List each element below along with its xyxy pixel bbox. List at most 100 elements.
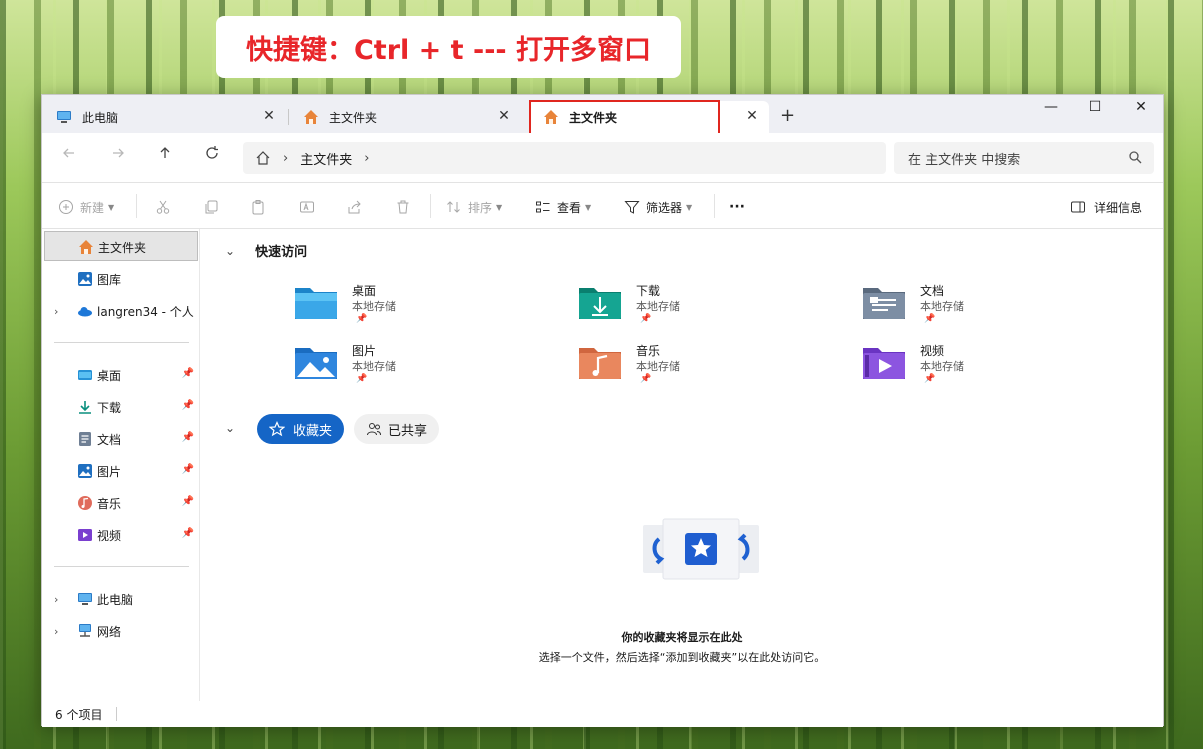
toolbar-divider [430,194,431,218]
sidebar-item-this-pc[interactable]: › 此电脑 [44,584,198,614]
copy-button[interactable] [203,196,219,218]
pin-icon[interactable]: 📌 [182,464,194,475]
item-name: 音乐 [636,344,661,358]
breadcrumb-home[interactable]: 主文件夹 [300,149,352,168]
videos-folder-icon [863,348,905,379]
sidebar-divider [54,566,189,567]
rename-button[interactable] [299,196,315,218]
quick-access-header[interactable]: ⌄ 快速访问 [225,241,307,261]
desktop-folder-icon [78,370,92,380]
new-button[interactable]: 新建 ▼ [58,196,114,218]
main-content: ⌄ 快速访问 桌面 本地存储 📌 下载 本地存储 📌 文档 本地存储 📌 图片 … [201,229,1163,701]
sidebar-item-music[interactable]: 音乐 📌 [44,488,198,518]
up-button[interactable] [153,145,177,169]
view-label: 查看 [557,200,582,215]
details-pane-button[interactable]: 详细信息 [1070,196,1142,218]
quick-access-item-downloads[interactable]: 下载 本地存储 📌 [578,282,798,332]
sidebar-item-label: 文档 [97,433,122,447]
back-button[interactable] [57,145,81,169]
download-icon [79,401,91,414]
item-location: 本地存储 [352,300,396,313]
tab-label: 收藏夹 [293,423,333,439]
address-bar[interactable]: › 主文件夹 › [243,142,886,174]
quick-access-item-documents[interactable]: 文档 本地存储 📌 [862,282,1082,332]
quick-access-item-pictures[interactable]: 图片 本地存储 📌 [294,342,514,392]
item-name: 图片 [352,344,377,358]
search-placeholder: 在 主文件夹 中搜索 [908,152,1021,168]
sidebar-item-onedrive[interactable]: › langren34 - 个人 [44,296,198,326]
star-icon [269,421,285,437]
chevron-down-icon[interactable]: ⌄ [225,244,235,258]
minimize-button[interactable]: — [1028,99,1074,123]
sidebar-item-downloads[interactable]: 下载 📌 [44,392,198,422]
sidebar-item-label: 图库 [97,273,122,287]
delete-button[interactable] [395,196,411,218]
details-label: 详细信息 [1094,200,1143,215]
pin-icon: 📌 [924,314,936,324]
pin-icon[interactable]: 📌 [182,368,194,379]
chevron-right-icon[interactable]: › [54,305,58,318]
sidebar-item-pictures[interactable]: 图片 📌 [44,456,198,486]
filter-button[interactable]: 筛选器 ▼ [624,196,692,218]
pin-icon[interactable]: 📌 [182,528,194,539]
close-icon[interactable]: ✕ [260,108,278,124]
favorites-section-toggle[interactable]: ⌄ [225,421,255,435]
quick-access-item-music[interactable]: 音乐 本地存储 📌 [578,342,798,392]
pin-icon[interactable]: 📌 [182,400,194,411]
item-location: 本地存储 [920,300,964,313]
forward-button[interactable] [106,145,130,169]
close-window-button[interactable]: ✕ [1118,99,1164,123]
sidebar-item-label: 主文件夹 [98,241,147,255]
tab-home-1[interactable]: 主文件夹 ✕ [289,101,521,133]
videos-icon [78,529,92,541]
quick-access-item-videos[interactable]: 视频 本地存储 📌 [862,342,1082,392]
maximize-button[interactable]: ☐ [1072,99,1118,123]
tab-this-pc[interactable]: 此电脑 ✕ [42,101,286,133]
pin-icon[interactable]: 📌 [182,432,194,443]
item-location: 本地存储 [636,360,680,373]
sidebar-item-label: langren34 - 个人 [97,305,194,319]
close-icon[interactable]: ✕ [495,108,513,124]
navigation-pane: 主文件夹 图库 › langren34 - 个人 桌面 📌 下载 📌 文档 📌 [42,229,200,701]
tab-shared[interactable]: 已共享 [354,414,440,444]
sidebar-item-gallery[interactable]: 图库 [44,264,198,294]
refresh-button[interactable] [200,145,224,169]
new-label: 新建 [80,200,105,215]
scissors-icon [156,200,170,214]
sidebar-item-label: 此电脑 [97,593,134,607]
share-button[interactable] [347,196,363,218]
quick-access-item-desktop[interactable]: 桌面 本地存储 📌 [294,282,514,332]
chevron-down-icon: ▼ [108,202,115,212]
status-divider [116,707,117,721]
chevron-down-icon[interactable]: ⌄ [225,421,235,435]
pin-icon: 📌 [924,374,936,384]
status-bar: 6 个项目 [42,701,1163,727]
home-icon [304,110,318,124]
new-tab-button[interactable]: + [780,105,795,126]
shortcut-banner: 快捷键：Ctrl + t --- 打开多窗口 [216,16,681,78]
pin-icon: 📌 [640,374,652,384]
item-name: 文档 [920,284,945,298]
sidebar-item-network[interactable]: › 网络 [44,616,198,646]
sidebar-item-documents[interactable]: 文档 📌 [44,424,198,454]
cut-button[interactable] [155,196,171,218]
chevron-right-icon[interactable]: › [54,625,58,638]
empty-state-description: 选择一个文件，然后选择“添加到收藏夹”以在此处访问它。 [538,651,826,664]
home-icon [79,240,93,254]
close-icon[interactable]: ✕ [743,108,761,124]
desktop-folder-icon [295,288,337,319]
pin-icon[interactable]: 📌 [182,496,194,507]
sort-button[interactable]: 排序 ▼ [446,196,502,218]
highlight-box [529,100,720,137]
sidebar-item-home[interactable]: 主文件夹 [44,231,198,261]
more-options-button[interactable]: ··· [729,196,745,218]
search-input[interactable]: 在 主文件夹 中搜索 [894,142,1154,174]
tab-favorites[interactable]: 收藏夹 [257,414,345,444]
chevron-right-icon[interactable]: › [54,593,58,606]
item-location: 本地存储 [352,360,396,373]
sidebar-item-label: 桌面 [97,369,122,383]
sidebar-item-desktop[interactable]: 桌面 📌 [44,360,198,390]
sidebar-item-videos[interactable]: 视频 📌 [44,520,198,550]
paste-button[interactable] [250,196,266,218]
view-button[interactable]: 查看 ▼ [535,196,591,218]
